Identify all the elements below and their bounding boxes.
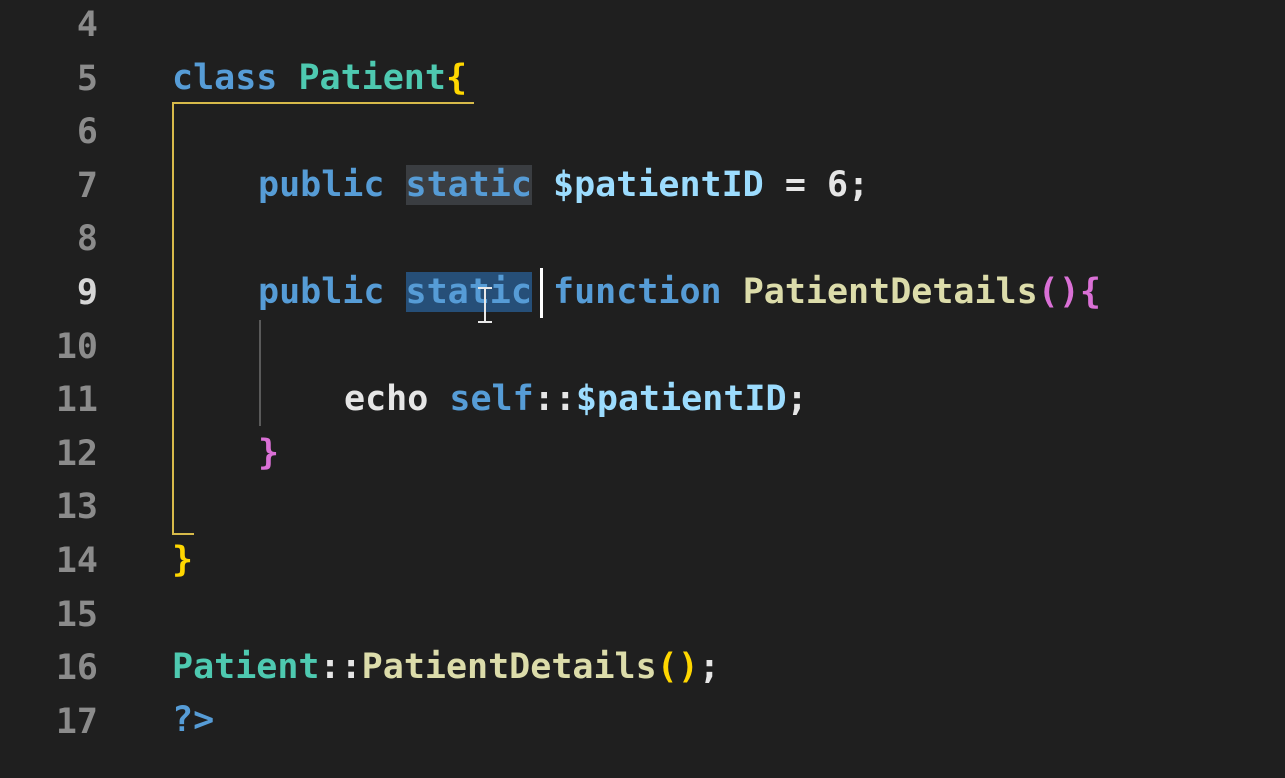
keyword-class: class: [172, 58, 278, 98]
line-number-15: 15: [55, 594, 98, 635]
indent-guide-function: [259, 320, 261, 426]
class-name: Patient: [298, 58, 446, 98]
semicolon: ;: [698, 647, 720, 687]
keyword-static-occurrence-highlight: static: [405, 165, 532, 205]
assignment-value: = 6;: [763, 165, 870, 205]
php-close-tag: ?>: [172, 700, 215, 740]
paren-open: (: [656, 647, 678, 687]
static-property-ref: $patientID: [575, 379, 787, 419]
code-line-14[interactable]: }: [172, 534, 193, 588]
paren-close: ): [677, 647, 699, 687]
keyword-public: public: [258, 272, 385, 312]
code-line-9[interactable]: public static function PatientDetails(){: [258, 266, 1101, 320]
line-number-9: 9: [76, 273, 98, 313]
text-cursor: [540, 268, 543, 318]
code-line-11[interactable]: echo self::$patientID;: [344, 373, 808, 427]
method-open-brace: {: [1079, 272, 1101, 312]
bracket-guide-class-vertical: [172, 102, 174, 534]
line-number-14: 14: [55, 541, 98, 581]
property-patient-id: $patientID: [553, 165, 764, 205]
code-line-16[interactable]: Patient::PatientDetails();: [172, 641, 720, 695]
line-number-8: 8: [76, 219, 98, 260]
class-close-brace: }: [172, 540, 194, 580]
keyword-function: function: [553, 272, 722, 312]
keyword-static-selected[interactable]: static: [405, 272, 532, 312]
line-number-12: 12: [55, 433, 98, 474]
code-line-12[interactable]: }: [258, 427, 279, 481]
keyword-echo: echo: [344, 379, 429, 419]
method-name: PatientDetails: [742, 272, 1038, 312]
line-number-7: 7: [76, 165, 98, 206]
line-number-16: 16: [55, 648, 98, 689]
code-line-17[interactable]: ?>: [172, 694, 214, 748]
line-number-5: 5: [76, 58, 98, 99]
class-name-call: Patient: [172, 647, 320, 687]
scope-resolution: ::: [319, 647, 362, 687]
paren-open: (: [1037, 272, 1059, 312]
code-editor[interactable]: 4 5 6 7 8 9 10 11 12 13 14 15 16 17 class Patient{ pu…: [0, 0, 1285, 778]
keyword-public: public: [258, 165, 385, 205]
code-line-7[interactable]: public static $patientID = 6;: [258, 159, 869, 213]
scope-resolution: ::: [533, 379, 576, 419]
paren-close: ): [1058, 272, 1080, 312]
line-number-13: 13: [55, 487, 98, 528]
keyword-self: self: [449, 379, 534, 419]
class-open-brace: {: [445, 58, 468, 98]
line-number-6: 6: [76, 112, 98, 153]
method-call-name: PatientDetails: [361, 647, 657, 687]
line-number-4: 4: [76, 5, 98, 45]
method-close-brace: }: [258, 433, 280, 473]
line-number-17: 17: [55, 701, 98, 742]
ibeam-cursor-icon: [478, 287, 492, 323]
code-line-5[interactable]: class Patient{: [172, 52, 467, 106]
semicolon: ;: [786, 379, 808, 419]
line-number-10: 10: [55, 326, 98, 367]
line-number-11: 11: [55, 380, 98, 421]
